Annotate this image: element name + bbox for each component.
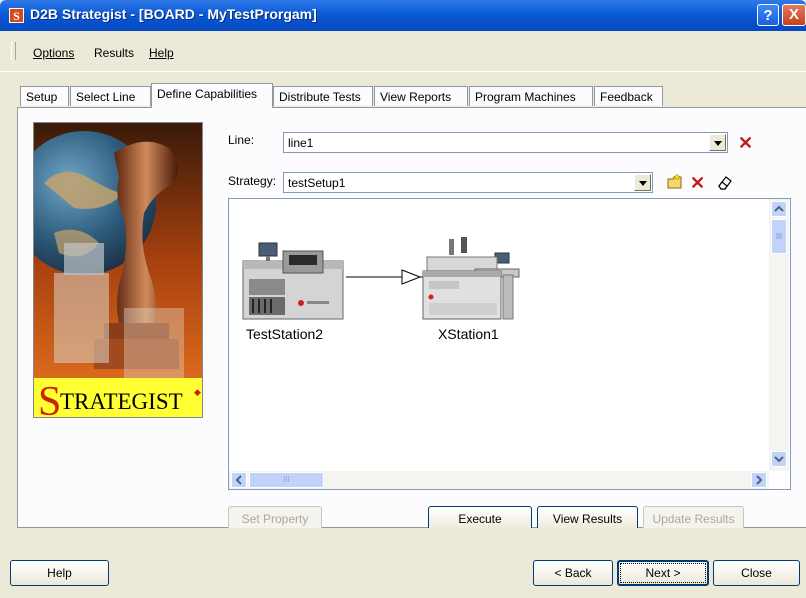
window-title: D2B Strategist - [BOARD - MyTestProrgam]: [30, 6, 317, 22]
logo-graphic: S TRATEGIST ◆: [34, 123, 202, 418]
help-label: Help: [47, 566, 72, 580]
teststation2-machine-icon[interactable]: [239, 233, 347, 321]
scroll-right-button[interactable]: [751, 472, 767, 488]
help-button[interactable]: Help: [10, 560, 109, 586]
line-value: line1: [288, 136, 314, 150]
help-title-button[interactable]: ?: [757, 4, 779, 26]
strategist-logo: S TRATEGIST ◆: [33, 122, 203, 418]
strategy-dropdown-button[interactable]: [634, 174, 651, 191]
new-strategy-icon[interactable]: [666, 173, 684, 191]
back-label: < Back: [554, 566, 592, 580]
line-dropdown-button[interactable]: [709, 134, 726, 151]
tab-select-line[interactable]: Select Line: [70, 86, 151, 106]
menu-help-label: Help: [149, 46, 174, 60]
menu-options-label: Options: [33, 46, 75, 60]
line-label: Line:: [228, 133, 255, 147]
logo-s: S: [38, 379, 61, 418]
next-label: Next >: [645, 566, 681, 580]
svg-text:◆: ◆: [194, 387, 201, 397]
strategy-select[interactable]: testSetup1: [283, 172, 653, 193]
menu-help[interactable]: Help: [149, 46, 174, 60]
menu-results[interactable]: Results: [94, 46, 134, 60]
tab-setup[interactable]: Setup: [20, 86, 69, 106]
app-icon: S: [9, 8, 24, 23]
tab-define-capabilities[interactable]: Define Capabilities: [151, 83, 273, 108]
delete-strategy-icon[interactable]: ✕: [690, 174, 705, 192]
xstation1-machine-icon[interactable]: [419, 237, 524, 321]
back-button[interactable]: < Back: [533, 560, 613, 586]
update-results-label: Update Results: [652, 512, 735, 526]
station-label: TestStation2: [246, 326, 324, 342]
horizontal-scroll-thumb[interactable]: III: [249, 472, 324, 488]
view-results-label: View Results: [552, 512, 623, 526]
delete-line-icon[interactable]: ✕: [738, 134, 753, 152]
scroll-left-button[interactable]: [231, 472, 247, 488]
close-label: Close: [741, 566, 772, 580]
close-button[interactable]: Close: [713, 560, 800, 586]
menu-grip[interactable]: [11, 42, 16, 60]
close-window-button[interactable]: X: [782, 4, 806, 26]
line-canvas[interactable]: TestStation2 XStation1 III: [228, 198, 791, 490]
logo-text: TRATEGIST: [60, 389, 183, 414]
eraser-icon[interactable]: [716, 173, 734, 191]
tab-program-machines[interactable]: Program Machines: [469, 86, 593, 106]
menu-options[interactable]: Options: [33, 46, 74, 60]
connector-arrow[interactable]: [346, 269, 426, 285]
vertical-scrollbar[interactable]: [769, 199, 789, 471]
scroll-down-button[interactable]: [771, 451, 787, 467]
set-property-label: Set Property: [241, 512, 309, 526]
tab-feedback[interactable]: Feedback: [594, 86, 663, 106]
vertical-scroll-thumb[interactable]: [771, 219, 787, 254]
next-button[interactable]: Next >: [617, 560, 709, 586]
line-select[interactable]: line1: [283, 132, 728, 153]
station-label: XStation1: [438, 326, 499, 342]
tab-view-reports[interactable]: View Reports: [374, 86, 468, 106]
execute-label: Execute: [458, 512, 502, 526]
strategy-label: Strategy:: [228, 174, 277, 188]
strategy-value: testSetup1: [288, 176, 346, 190]
horizontal-scrollbar[interactable]: III: [229, 471, 769, 489]
scroll-up-button[interactable]: [771, 201, 787, 217]
tab-distribute-tests[interactable]: Distribute Tests: [273, 86, 373, 106]
